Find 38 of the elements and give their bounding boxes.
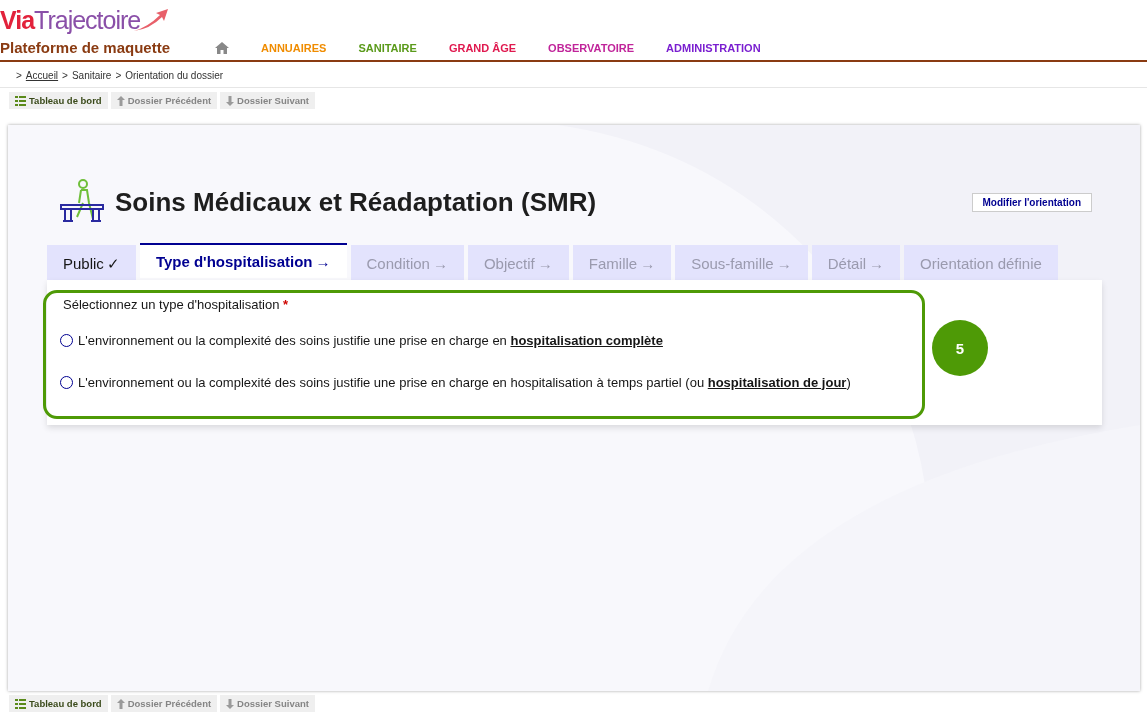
step-tab[interactable]: Orientation définie (904, 245, 1058, 280)
step-tab[interactable]: Sous-famille → (675, 245, 808, 280)
step-tab[interactable]: Détail → (811, 245, 901, 280)
breadcrumb-item: Orientation du dossier (125, 70, 224, 81)
option-text: L'environnement ou la complexité des soins justifie une prise en charge en hospitalisation complète (78, 332, 663, 348)
patient-rehab-icon (59, 179, 105, 225)
nav-link[interactable]: ANNUAIRES (261, 42, 327, 54)
step-tab[interactable]: Type d'hospitalisation → (139, 243, 347, 278)
breadcrumb-link[interactable]: Accueil (25, 70, 59, 81)
toolbar-button[interactable]: Tableau de bord (9, 695, 108, 712)
breadcrumb-item: Sanitaire (71, 70, 112, 81)
arrow-up-icon (116, 95, 125, 106)
logo: ViaTrajectoire (0, 1, 215, 37)
nav-link[interactable]: SANITAIRE (358, 42, 417, 54)
question-label: Sélectionnez un type d'hospitalisation * (62, 297, 290, 314)
nav-link[interactable]: GRAND ÂGE (448, 42, 517, 54)
arrow-down-icon (226, 698, 235, 709)
option-text: L'environnement ou la complexité des soins justifie une prise en charge en hospitalisation à temps partiel (ou hospitalisation de jour) (78, 374, 851, 390)
list-icon (15, 698, 26, 709)
breadcrumb-separator: > (16, 70, 22, 81)
step-number-badge: 5 (932, 320, 988, 376)
option-link[interactable]: hospitalisation de jour (707, 374, 847, 390)
arrow-down-icon (226, 95, 235, 106)
platform-name: Plateforme de maquette (0, 39, 172, 56)
arrow-up-icon (116, 698, 125, 709)
option-link[interactable]: hospitalisation complète (510, 332, 663, 348)
step-tab[interactable]: Objectif → (467, 245, 569, 280)
page-title: Soins Médicaux et Réadaptation (SMR) (115, 186, 598, 218)
step-tab[interactable]: Public ✓ (47, 245, 136, 280)
nav-link[interactable]: ADMINISTRATION (666, 42, 761, 54)
breadcrumb-separator: > (62, 70, 68, 81)
home-icon[interactable] (215, 42, 229, 54)
toolbar-button[interactable]: Tableau de bord (9, 92, 108, 109)
step-tab[interactable]: Famille → (572, 245, 672, 280)
list-icon (15, 95, 26, 106)
breadcrumb-separator: > (115, 70, 122, 81)
nav-link[interactable]: OBSERVATOIRE (548, 42, 635, 54)
step-tab[interactable]: Condition → (350, 245, 464, 280)
